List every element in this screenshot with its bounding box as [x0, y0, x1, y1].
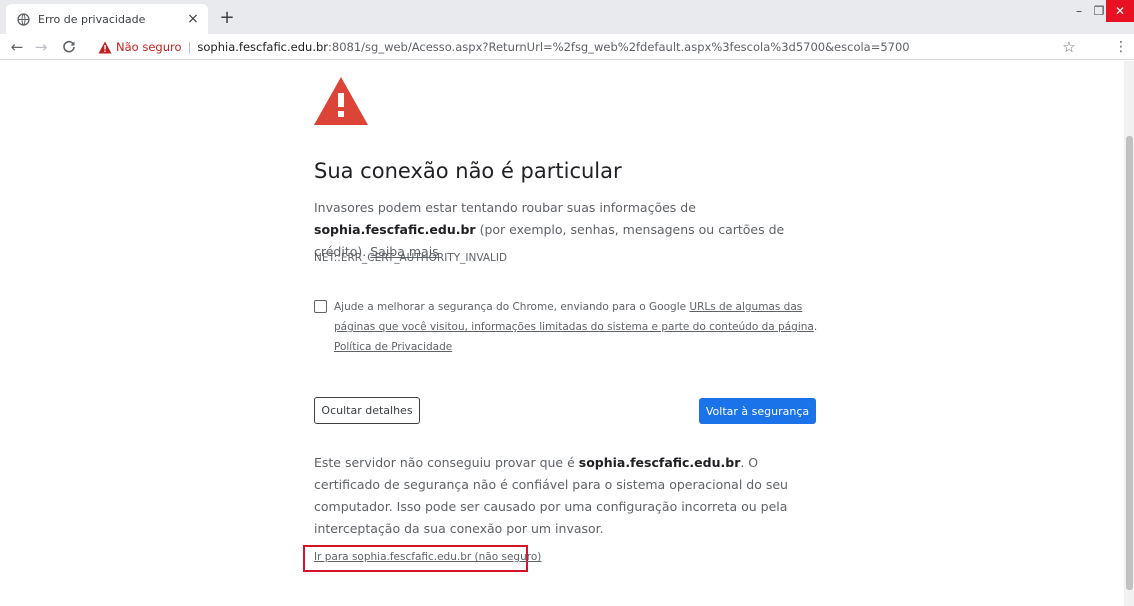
privacy-policy-link[interactable]: Política de Privacidade [334, 341, 452, 353]
reporting-checkbox[interactable] [314, 300, 327, 313]
browser-toolbar: ← → Não seguro | sophia.fescfafic.edu.br… [0, 34, 1134, 60]
globe-icon [16, 12, 30, 26]
hide-details-button[interactable]: Ocultar detalhes [314, 397, 420, 424]
proceed-unsafe-link[interactable]: Ir para sophia.fescfafic.edu.br (não seg… [314, 551, 541, 563]
reload-button[interactable] [58, 36, 80, 58]
details-host: sophia.fescfafic.edu.br [578, 455, 741, 470]
window-close-button[interactable]: ✕ [1106, 0, 1134, 22]
tab-strip: Erro de privacidade × + – ❐ ✕ [0, 0, 1134, 34]
tab-title: Erro de privacidade [38, 12, 146, 26]
back-button[interactable]: ← [6, 36, 28, 58]
forward-button[interactable]: → [30, 36, 52, 58]
scrollbar-thumb[interactable] [1126, 136, 1133, 590]
main-message-prefix: Invasores podem estar tentando roubar su… [314, 200, 696, 215]
address-bar[interactable]: Não seguro | sophia.fescfafic.edu.br:808… [92, 36, 1092, 58]
details-text: Este servidor não conseguiu provar que é… [314, 452, 814, 540]
error-code: NET::ERR_CERT_AUTHORITY_INVALID [314, 252, 508, 264]
url-path: :8081/sg_web/Acesso.aspx?ReturnUrl=%2fsg… [328, 40, 910, 54]
url-host: sophia.fescfafic.edu.br [197, 40, 329, 54]
page-title: Sua conexão não é particular [314, 159, 622, 183]
bookmark-star-icon[interactable]: ☆ [1058, 36, 1080, 58]
details-prefix: Este servidor não conseguiu provar que é [314, 455, 579, 470]
extended-reporting-optin: Ajude a melhorar a segurança do Chrome, … [314, 297, 834, 357]
tab-close-icon[interactable]: × [184, 10, 202, 28]
optin-text: Ajude a melhorar a segurança do Chrome, … [314, 297, 834, 357]
reload-icon [63, 40, 75, 53]
tab-privacy-error[interactable]: Erro de privacidade × [6, 4, 208, 34]
optin-separator: . [813, 321, 818, 333]
interstitial-page: Sua conexão não é particular Invasores p… [0, 61, 1124, 606]
minimize-button[interactable]: – [1068, 0, 1090, 22]
main-message-host: sophia.fescfafic.edu.br [314, 222, 476, 237]
menu-icon[interactable]: ⋮ [1112, 36, 1130, 58]
warning-icon [98, 40, 112, 54]
danger-warning-icon [314, 77, 368, 125]
optin-prefix: Ajude a melhorar a segurança do Chrome, … [334, 301, 690, 313]
security-status[interactable]: Não seguro [116, 40, 182, 54]
new-tab-button[interactable]: + [216, 6, 238, 28]
back-to-safety-button[interactable]: Voltar à segurança [699, 398, 816, 424]
omnibox-separator: | [187, 40, 192, 54]
